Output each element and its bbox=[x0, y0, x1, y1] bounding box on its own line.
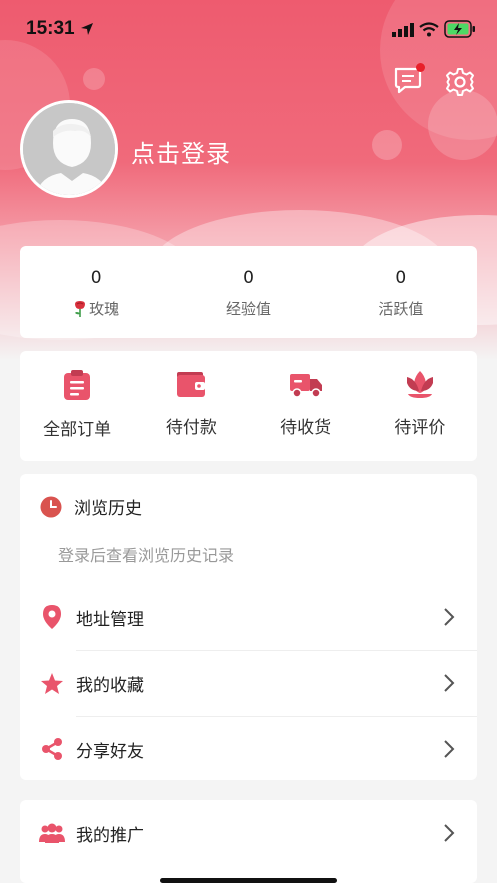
header-actions bbox=[393, 63, 475, 98]
chevron-right-icon bbox=[444, 674, 455, 692]
stat-value: 0 bbox=[90, 268, 102, 288]
menu-item-share[interactable]: 分享好友 bbox=[20, 716, 477, 782]
menu-item-label: 地址管理 bbox=[76, 609, 144, 630]
login-prompt[interactable]: 点击登录 bbox=[131, 134, 231, 169]
clock-icon bbox=[40, 496, 62, 517]
status-bar: 15:31 bbox=[0, 0, 497, 60]
order-pending-payment-button[interactable]: 待付款 bbox=[134, 351, 248, 461]
menu-item-label: 分享好友 bbox=[76, 741, 144, 762]
home-indicator[interactable] bbox=[160, 878, 337, 883]
history-header[interactable]: 浏览历史 bbox=[40, 494, 142, 519]
chevron-right-icon bbox=[444, 824, 455, 842]
avatar[interactable] bbox=[20, 100, 118, 198]
order-all-button[interactable]: 全部订单 bbox=[20, 351, 134, 461]
wallet-icon bbox=[177, 372, 206, 397]
decor-bubble bbox=[372, 130, 402, 160]
gear-icon[interactable] bbox=[445, 67, 475, 97]
wifi-icon bbox=[419, 22, 439, 37]
history-title: 浏览历史 bbox=[74, 499, 142, 519]
order-label: 待收货 bbox=[280, 418, 332, 438]
location-arrow-icon bbox=[81, 23, 93, 35]
stat-experience[interactable]: 0 经验值 bbox=[172, 246, 324, 338]
order-pending-review-button[interactable]: 待评价 bbox=[363, 351, 477, 461]
stat-value: 0 bbox=[395, 268, 407, 288]
orders-card: 全部订单 待付款 待收货 待评价 bbox=[20, 351, 477, 461]
people-icon bbox=[39, 823, 65, 843]
star-icon bbox=[41, 672, 63, 694]
lotus-icon bbox=[406, 371, 433, 398]
rose-icon bbox=[75, 300, 86, 317]
order-label: 全部订单 bbox=[43, 420, 112, 440]
decor-bubble bbox=[83, 68, 105, 90]
order-label: 待评价 bbox=[394, 418, 446, 438]
signal-icon bbox=[392, 23, 414, 37]
battery-charging-icon bbox=[444, 20, 475, 38]
order-pending-receipt-button[interactable]: 待收货 bbox=[249, 351, 363, 461]
menu-item-promotion[interactable]: 我的推广 bbox=[20, 800, 477, 866]
share-icon bbox=[42, 738, 62, 760]
history-empty-text: 登录后查看浏览历史记录 bbox=[58, 546, 235, 565]
message-button[interactable] bbox=[393, 63, 425, 98]
location-pin-icon bbox=[43, 605, 61, 629]
menu-item-favorites[interactable]: 我的收藏 bbox=[20, 650, 477, 716]
menu-item-label: 我的收藏 bbox=[76, 675, 144, 696]
stat-label: 活跃值 bbox=[378, 300, 424, 318]
stat-label: 玫瑰 bbox=[73, 298, 119, 319]
stat-activity[interactable]: 0 活跃值 bbox=[325, 246, 477, 338]
stat-label-text: 玫瑰 bbox=[89, 300, 120, 318]
decor-bubble bbox=[428, 90, 497, 160]
stat-value: 0 bbox=[243, 268, 254, 288]
status-time: 15:31 bbox=[26, 18, 75, 39]
clipboard-icon bbox=[64, 370, 91, 400]
stat-roses[interactable]: 0 玫瑰 bbox=[20, 246, 172, 338]
menu-item-address[interactable]: 地址管理 bbox=[20, 584, 477, 650]
menu-item-label: 我的推广 bbox=[76, 825, 144, 846]
chevron-right-icon bbox=[444, 608, 455, 626]
chevron-right-icon bbox=[444, 740, 455, 758]
stats-card: 0 玫瑰 0 经验值 0 活跃值 bbox=[20, 246, 477, 338]
unread-dot bbox=[416, 63, 425, 72]
history-card: 浏览历史 登录后查看浏览历史记录 地址管理 我的收藏 分享好友 bbox=[20, 474, 477, 780]
stat-label: 经验值 bbox=[225, 300, 271, 318]
truck-icon bbox=[289, 374, 322, 398]
promo-card: 我的推广 bbox=[20, 800, 477, 883]
order-label: 待付款 bbox=[165, 418, 217, 438]
